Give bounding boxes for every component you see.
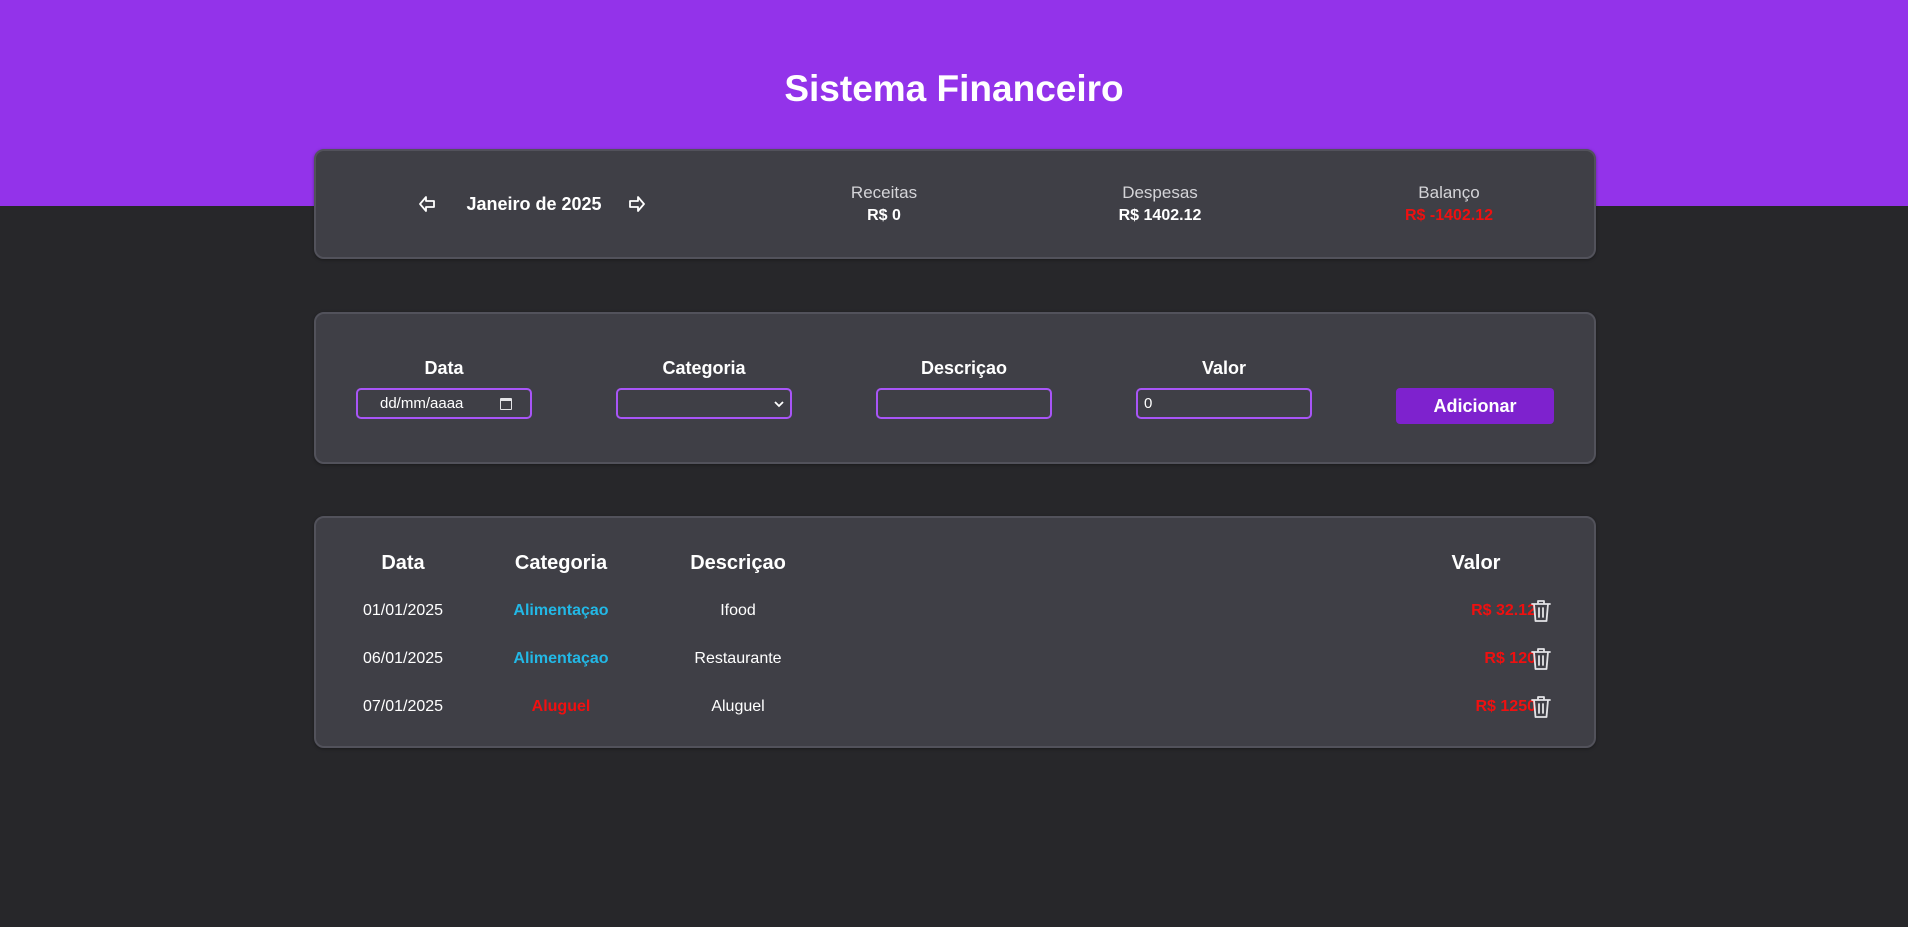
description-field-group: Descriçao	[876, 358, 1052, 419]
chevron-down-icon	[774, 400, 784, 407]
arrow-right-icon	[629, 196, 645, 212]
current-month-label: Janeiro de 2025	[466, 194, 602, 214]
add-button[interactable]: Adicionar	[1396, 388, 1554, 424]
transactions-table: Data Categoria Descriçao Valor 01/01/202…	[314, 516, 1596, 748]
row-date: 01/01/2025	[362, 602, 444, 619]
value-input[interactable]: 0	[1136, 388, 1312, 419]
receitas-summary: Receitas R$ 0	[784, 183, 984, 225]
table-row: 06/01/2025 Alimentaçao Restaurante R$ 12…	[316, 644, 1594, 684]
row-value: R$ 1250	[1475, 698, 1537, 715]
column-header-data: Data	[381, 552, 425, 574]
despesas-value: R$ 1402.12	[1118, 207, 1202, 224]
add-entry-form: Data dd/mm/aaaa Categoria Descriçao Valo…	[314, 312, 1596, 464]
prev-month-button[interactable]	[416, 193, 438, 215]
despesas-summary: Despesas R$ 1402.12	[1060, 183, 1260, 225]
row-date: 06/01/2025	[362, 650, 444, 667]
trash-icon[interactable]	[1528, 646, 1554, 672]
date-field-label: Data	[424, 358, 464, 378]
row-description: Restaurante	[694, 650, 782, 667]
next-month-button[interactable]	[626, 193, 648, 215]
table-row: 01/01/2025 Alimentaçao Ifood R$ 32.12	[316, 596, 1594, 636]
balanco-value: R$ -1402.12	[1404, 207, 1494, 224]
value-field-group: Valor 0	[1136, 358, 1312, 419]
summary-card: Janeiro de 2025 Receitas R$ 0 Despesas R…	[314, 149, 1596, 259]
category-field-group: Categoria	[616, 358, 792, 419]
table-row: 07/01/2025 Aluguel Aluguel R$ 1250	[316, 692, 1594, 732]
column-header-valor: Valor	[1451, 552, 1501, 574]
trash-icon[interactable]	[1528, 598, 1554, 624]
row-description: Ifood	[720, 602, 756, 619]
column-header-categoria: Categoria	[514, 552, 608, 574]
category-select[interactable]	[616, 388, 792, 419]
despesas-label: Despesas	[1122, 183, 1198, 202]
arrow-left-icon	[419, 196, 435, 212]
row-value: R$ 120	[1484, 650, 1536, 667]
date-input[interactable]: dd/mm/aaaa	[356, 388, 532, 419]
value-field-label: Valor	[1201, 358, 1247, 378]
month-navigator: Janeiro de 2025	[416, 191, 656, 219]
row-category: Alimentaçao	[513, 650, 609, 667]
description-field-label: Descriçao	[920, 358, 1008, 378]
page-title: Sistema Financeiro	[784, 68, 1124, 109]
column-header-descricao: Descriçao	[690, 552, 786, 574]
balanco-summary: Balanço R$ -1402.12	[1349, 183, 1549, 225]
date-field-group: Data dd/mm/aaaa	[356, 358, 532, 419]
row-category: Alimentaçao	[513, 602, 609, 619]
calendar-icon[interactable]	[500, 397, 512, 410]
receitas-label: Receitas	[850, 183, 918, 202]
trash-icon[interactable]	[1528, 694, 1554, 720]
category-field-label: Categoria	[662, 358, 746, 378]
balanco-label: Balanço	[1418, 183, 1480, 202]
description-input[interactable]	[876, 388, 1052, 419]
row-category: Aluguel	[531, 698, 591, 715]
row-description: Aluguel	[711, 698, 765, 715]
receitas-value: R$ 0	[867, 207, 901, 224]
row-value: R$ 32.12	[1471, 602, 1536, 619]
date-placeholder: dd/mm/aaaa	[380, 395, 464, 412]
row-date: 07/01/2025	[362, 698, 444, 715]
